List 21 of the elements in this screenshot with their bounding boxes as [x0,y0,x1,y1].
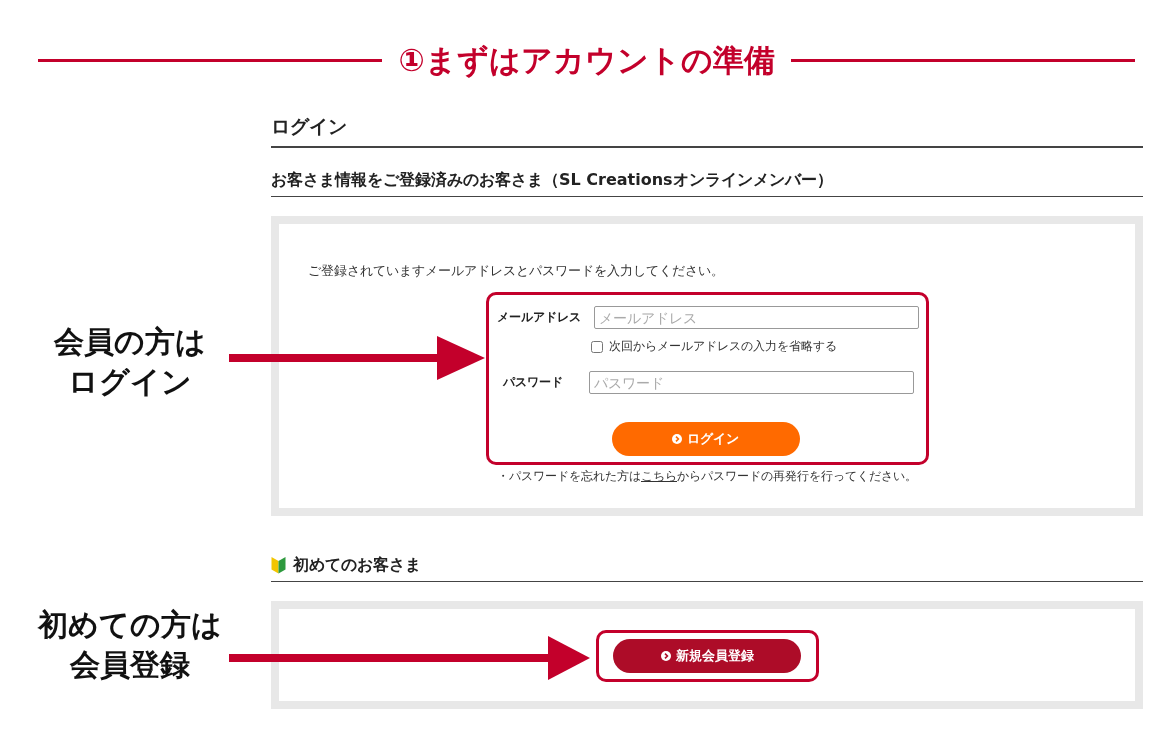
chevron-icon [660,651,671,661]
register-button[interactable]: 新規会員登録 [613,639,801,673]
checkbox-label: 次回からメールアドレスの入力を省略する [608,338,837,355]
arrow-icon [229,636,590,680]
arrow-icon [229,336,485,380]
callout-text: 初めての方は 会員登録 [36,606,223,684]
field-label: パスワード [502,374,564,391]
field-label: メールアドレス [496,309,582,326]
email-field[interactable]: メールアドレス [593,306,919,329]
chevron-icon [672,434,682,444]
section-heading: お客さま情報をご登録済みのお客さま（SL Creationsオンラインメンバー） [271,169,833,191]
forgot-password-note: ・パスワードを忘れた方はこちらからパスワードの再発行を行ってください。 [497,468,917,484]
password-field[interactable]: パスワード [588,371,914,394]
banner-title: ①まずはアカウントの準備 [398,41,775,80]
beginner-mark-icon [271,556,286,574]
section-heading: 初めてのお客さま [293,554,421,576]
callout-text: 会員の方は ログイン [53,323,207,401]
checkbox[interactable] [590,340,603,353]
instructions-text: ご登録されていますメールアドレスとパスワードを入力してください。 [308,262,724,280]
page-title: ログイン [271,113,1143,148]
reset-link[interactable]: こちら [641,469,677,483]
